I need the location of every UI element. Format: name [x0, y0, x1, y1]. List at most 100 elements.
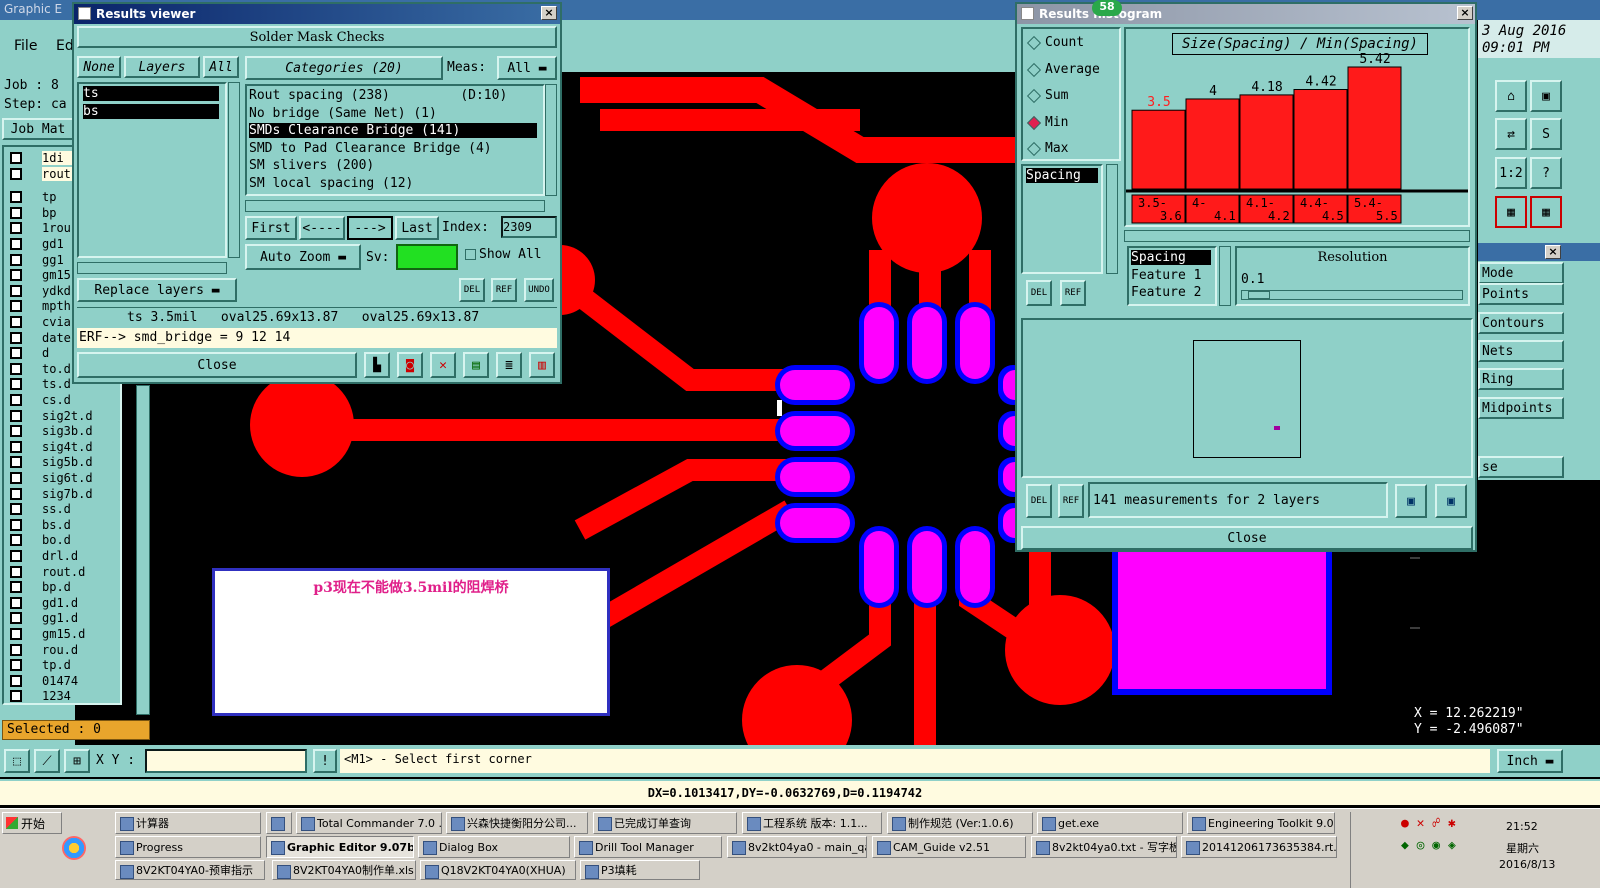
- layer-item[interactable]: bo.d: [42, 533, 118, 547]
- menu-item-midpoints[interactable]: Midpoints: [1478, 397, 1564, 419]
- hist-ref-button[interactable]: REF: [1060, 280, 1086, 306]
- tray-icons[interactable]: ● ✕ ☍ ✱: [1401, 816, 1456, 831]
- layer-item[interactable]: rout.d: [42, 565, 118, 579]
- ref-button[interactable]: REF: [491, 278, 517, 302]
- taskbar-item[interactable]: [266, 812, 292, 834]
- layer-item[interactable]: ss.d: [42, 502, 118, 516]
- taskbar-item[interactable]: 兴森快捷衡阳分公司...: [446, 812, 588, 834]
- stat-radio[interactable]: [1026, 88, 1042, 104]
- swap-icon[interactable]: ⇄: [1495, 118, 1527, 150]
- show-all-checkbox[interactable]: [465, 249, 476, 260]
- layer-item[interactable]: sig3b.d: [42, 424, 118, 438]
- rv-layer-ts[interactable]: ts: [83, 86, 219, 101]
- menu-item-contours[interactable]: Contours: [1478, 312, 1564, 334]
- hist-del-button[interactable]: DEL: [1026, 280, 1052, 306]
- layer-item[interactable]: gg1.d: [42, 611, 118, 625]
- undo-button[interactable]: UNDO: [524, 278, 554, 302]
- layer-checkbox[interactable]: [10, 643, 22, 656]
- solder-mask-checks-header[interactable]: Solder Mask Checks: [77, 26, 557, 48]
- menu-item-points[interactable]: Points: [1478, 283, 1564, 305]
- start-button[interactable]: 开始: [2, 812, 62, 834]
- category-item[interactable]: SMD to Pad Clearance Bridge (4): [249, 141, 537, 156]
- stat-radio[interactable]: [1026, 35, 1042, 51]
- category-item[interactable]: SMDs Clearance Bridge (141): [249, 123, 537, 139]
- layer-checkbox[interactable]: [10, 316, 22, 328]
- quick-launch-icon[interactable]: [62, 836, 86, 860]
- layer-item[interactable]: tp.d: [42, 658, 118, 672]
- tray-icons-2[interactable]: ◆ ◎ ◉ ◈: [1401, 838, 1456, 853]
- taskbar-item[interactable]: 8V2KT04YA0制作单.xls: [272, 860, 416, 880]
- histogram-bar[interactable]: [1293, 89, 1348, 190]
- layer-checkbox[interactable]: [10, 300, 22, 313]
- layer-checkbox[interactable]: [10, 206, 22, 219]
- ratio-icon[interactable]: 1:2: [1495, 157, 1527, 189]
- layer-checkbox[interactable]: [10, 347, 22, 360]
- histogram-icon[interactable]: ▥: [529, 352, 555, 378]
- layer-checkbox[interactable]: [10, 222, 22, 235]
- layer-checkbox[interactable]: [10, 518, 22, 531]
- next-button[interactable]: --->: [347, 216, 393, 240]
- note-box[interactable]: p3现在不能做3.5mil的阻焊桥: [212, 568, 610, 716]
- layer-checkbox[interactable]: [10, 456, 22, 469]
- preview-ref-button[interactable]: REF: [1058, 484, 1084, 518]
- menu-item-mode[interactable]: Mode: [1478, 262, 1564, 284]
- meas-select[interactable]: All ▬: [497, 56, 557, 80]
- category-item[interactable]: Rout spacing (238) (D:10): [249, 88, 537, 103]
- layer-checkbox[interactable]: [10, 674, 22, 687]
- window-icon[interactable]: ▣: [1530, 80, 1562, 112]
- taskbar-item[interactable]: P3填耗: [580, 860, 700, 880]
- categories-hscroll[interactable]: [245, 200, 545, 212]
- layer-checkbox[interactable]: [10, 690, 22, 703]
- select-icon[interactable]: ⬚: [4, 749, 30, 773]
- layer-checkbox[interactable]: [10, 284, 22, 297]
- chart-hscroll[interactable]: [1124, 230, 1470, 242]
- layer-checkbox[interactable]: [10, 362, 22, 375]
- xy-input[interactable]: [145, 749, 307, 773]
- taskbar-item[interactable]: 8v2kt04ya0.txt - 写字板: [1031, 836, 1177, 858]
- categories-scrollbar[interactable]: [545, 84, 557, 196]
- step-icon[interactable]: S: [1530, 118, 1562, 150]
- layer-item[interactable]: bs.d: [42, 518, 118, 532]
- histogram-close-icon[interactable]: ×: [1457, 6, 1473, 20]
- histogram-bar[interactable]: [1131, 109, 1186, 190]
- replace-layers-button[interactable]: Replace layers ▬: [77, 278, 237, 302]
- measure-scrollbar[interactable]: [1106, 164, 1118, 274]
- stat-radio[interactable]: [1026, 115, 1042, 130]
- index-input[interactable]: [501, 216, 557, 238]
- taskbar-item[interactable]: CAM_Guide v2.51: [872, 836, 1026, 858]
- taskbar-item[interactable]: 已完成订单查询: [593, 812, 737, 834]
- layer-scrollbar[interactable]: [136, 385, 150, 715]
- layer-checkbox[interactable]: [10, 409, 22, 422]
- first-button[interactable]: First: [245, 216, 297, 240]
- layer-item[interactable]: sig7b.d: [42, 487, 118, 501]
- taskbar-item[interactable]: get.exe: [1037, 812, 1183, 834]
- taskbar-item[interactable]: 计算器: [115, 812, 261, 834]
- rv-layer-scrollbar[interactable]: [228, 82, 240, 258]
- menu-item-ring[interactable]: Ring: [1478, 368, 1564, 390]
- layer-item[interactable]: drl.d: [42, 549, 118, 563]
- layer-checkbox[interactable]: [10, 253, 22, 266]
- preview-area[interactable]: [1021, 318, 1473, 478]
- layer-item[interactable]: gm15.d: [42, 627, 118, 641]
- layer-checkbox[interactable]: [10, 472, 22, 484]
- taskbar-item[interactable]: Drill Tool Manager: [574, 836, 722, 858]
- layer-item[interactable]: sig5b.d: [42, 455, 118, 469]
- layer-checkbox[interactable]: [10, 425, 22, 438]
- histogram-bar[interactable]: [1239, 94, 1294, 190]
- histogram-chart[interactable]: 3.5 3.5-3.6 4 4- 4.1 4.18 4.1-4.2 4.42 4.4-4.5 5.…: [1126, 29, 1468, 225]
- histogram-bar[interactable]: [1347, 66, 1402, 190]
- layer-item[interactable]: sig4t.d: [42, 440, 118, 454]
- layer-checkbox[interactable]: [10, 269, 22, 282]
- taskbar-item[interactable]: 8v2kt04ya0 - main_qa: [727, 836, 867, 858]
- taskbar-item[interactable]: 制作规范 (Ver:1.0.6): [887, 812, 1033, 834]
- layer-tab-layers[interactable]: Layers: [124, 56, 200, 78]
- layer-checkbox[interactable]: [10, 394, 22, 406]
- stat-radio[interactable]: [1026, 141, 1042, 157]
- sv-color-select[interactable]: [396, 244, 458, 270]
- layers-red2-icon[interactable]: ▦: [1530, 196, 1562, 228]
- layer-item[interactable]: 01474: [42, 674, 118, 688]
- rv-layer-hscroll[interactable]: [77, 262, 227, 274]
- layer-checkbox[interactable]: [10, 659, 22, 672]
- feature-scrollbar[interactable]: [1219, 246, 1231, 306]
- measure-icon[interactable]: ⟋: [34, 749, 60, 773]
